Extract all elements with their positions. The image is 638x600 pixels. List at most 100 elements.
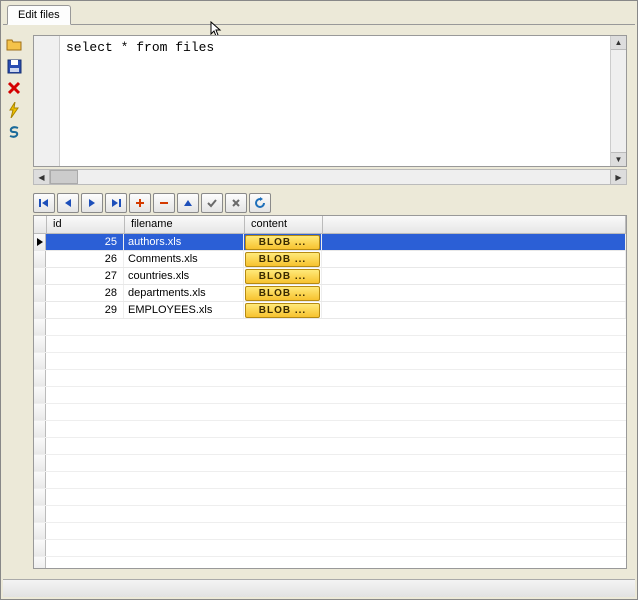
cell-id[interactable]: 25 <box>46 234 124 250</box>
cell-filename[interactable]: EMPLOYEES.xls <box>124 302 244 318</box>
row-indicator <box>34 557 46 569</box>
grid-header-blank <box>323 216 626 233</box>
empty-row <box>34 540 626 557</box>
row-indicator <box>34 353 46 369</box>
empty-row <box>34 489 626 506</box>
open-folder-icon[interactable] <box>5 35 23 53</box>
row-indicator <box>34 489 46 505</box>
row-indicator <box>34 472 46 488</box>
blob-button[interactable]: BLOB ... <box>245 269 320 284</box>
row-indicator <box>34 268 46 284</box>
cell-content: BLOB ... <box>244 268 322 284</box>
sql-gutter <box>34 36 60 166</box>
last-record-button[interactable] <box>105 193 127 213</box>
empty-row <box>34 438 626 455</box>
row-indicator <box>34 285 46 301</box>
scroll-right-arrow-icon[interactable]: ▶ <box>610 170 626 184</box>
cell-id[interactable]: 29 <box>46 302 124 318</box>
refresh-button[interactable] <box>249 193 271 213</box>
row-indicator <box>34 404 46 420</box>
row-indicator <box>34 455 46 471</box>
row-indicator <box>34 438 46 454</box>
cell-content: BLOB ... <box>244 302 322 318</box>
scroll-up-arrow-icon[interactable]: ▲ <box>611 36 626 50</box>
cell-empty <box>322 268 626 284</box>
empty-row <box>34 506 626 523</box>
scroll-down-arrow-icon[interactable]: ▼ <box>611 152 626 166</box>
cell-empty <box>322 251 626 267</box>
cell-filename[interactable]: departments.xls <box>124 285 244 301</box>
row-indicator <box>34 506 46 522</box>
grid-header: id filename content <box>34 216 626 234</box>
empty-row <box>34 557 626 569</box>
cell-filename[interactable]: Comments.xls <box>124 251 244 267</box>
current-row-icon <box>37 238 43 246</box>
table-row[interactable]: 27countries.xlsBLOB ... <box>34 268 626 285</box>
empty-row <box>34 319 626 336</box>
tab-edit-files[interactable]: Edit files <box>7 5 71 25</box>
execute-lightning-icon[interactable] <box>5 101 23 119</box>
sql-vertical-scrollbar[interactable]: ▲ ▼ <box>610 36 626 166</box>
row-indicator <box>34 319 46 335</box>
empty-row <box>34 421 626 438</box>
cell-filename[interactable]: authors.xls <box>124 234 244 250</box>
first-record-button[interactable] <box>33 193 55 213</box>
row-indicator <box>34 302 46 318</box>
row-indicator <box>34 251 46 267</box>
delete-record-button[interactable] <box>153 193 175 213</box>
cell-content: BLOB ... <box>244 251 322 267</box>
cell-id[interactable]: 26 <box>46 251 124 267</box>
scroll-thumb[interactable] <box>50 170 78 184</box>
cell-content: BLOB ... <box>244 234 322 250</box>
status-bar <box>3 579 635 597</box>
cell-filename[interactable]: countries.xls <box>124 268 244 284</box>
delete-x-icon[interactable] <box>5 79 23 97</box>
save-disk-icon[interactable] <box>5 57 23 75</box>
cell-id[interactable]: 28 <box>46 285 124 301</box>
grid-header-indicator <box>34 216 47 233</box>
empty-row <box>34 523 626 540</box>
prev-record-button[interactable] <box>57 193 79 213</box>
grid-header-content[interactable]: content <box>245 216 323 233</box>
table-row[interactable]: 28departments.xlsBLOB ... <box>34 285 626 302</box>
sql-horizontal-scrollbar[interactable]: ◀ ▶ <box>33 169 627 185</box>
blob-button[interactable]: BLOB ... <box>245 303 320 318</box>
cell-id[interactable]: 27 <box>46 268 124 284</box>
blob-button[interactable]: BLOB ... <box>245 286 320 301</box>
record-navigator <box>33 193 271 213</box>
cell-empty <box>322 285 626 301</box>
blob-button[interactable]: BLOB ... <box>245 252 320 267</box>
grid-header-filename[interactable]: filename <box>125 216 245 233</box>
tab-label: Edit files <box>18 9 60 21</box>
scroll-left-arrow-icon[interactable]: ◀ <box>34 170 50 184</box>
post-record-button[interactable] <box>201 193 223 213</box>
tab-bar: Edit files <box>3 3 635 25</box>
vertical-toolbar <box>3 35 25 141</box>
empty-row <box>34 353 626 370</box>
row-indicator <box>34 523 46 539</box>
row-indicator <box>34 387 46 403</box>
sql-editor[interactable]: select * from files ▲ ▼ <box>33 35 627 167</box>
blob-button[interactable]: BLOB ... <box>245 235 320 250</box>
empty-row <box>34 387 626 404</box>
empty-row <box>34 370 626 387</box>
row-indicator <box>34 370 46 386</box>
row-indicator <box>34 540 46 556</box>
row-indicator <box>34 234 46 250</box>
insert-record-button[interactable] <box>129 193 151 213</box>
sql-text[interactable]: select * from files <box>60 36 610 166</box>
cancel-record-button[interactable] <box>225 193 247 213</box>
table-row[interactable]: 26Comments.xlsBLOB ... <box>34 251 626 268</box>
grid-header-id[interactable]: id <box>47 216 125 233</box>
next-record-button[interactable] <box>81 193 103 213</box>
edit-record-button[interactable] <box>177 193 199 213</box>
app-window: Edit files select * from files ▲ ▼ <box>0 0 638 600</box>
empty-row <box>34 336 626 353</box>
cell-empty <box>322 234 626 250</box>
data-grid[interactable]: id filename content 25authors.xlsBLOB ..… <box>33 215 627 569</box>
table-row[interactable]: 29EMPLOYEES.xlsBLOB ... <box>34 302 626 319</box>
empty-row <box>34 404 626 421</box>
script-s-icon[interactable] <box>5 123 23 141</box>
row-indicator <box>34 336 46 352</box>
table-row[interactable]: 25authors.xlsBLOB ... <box>34 234 626 251</box>
